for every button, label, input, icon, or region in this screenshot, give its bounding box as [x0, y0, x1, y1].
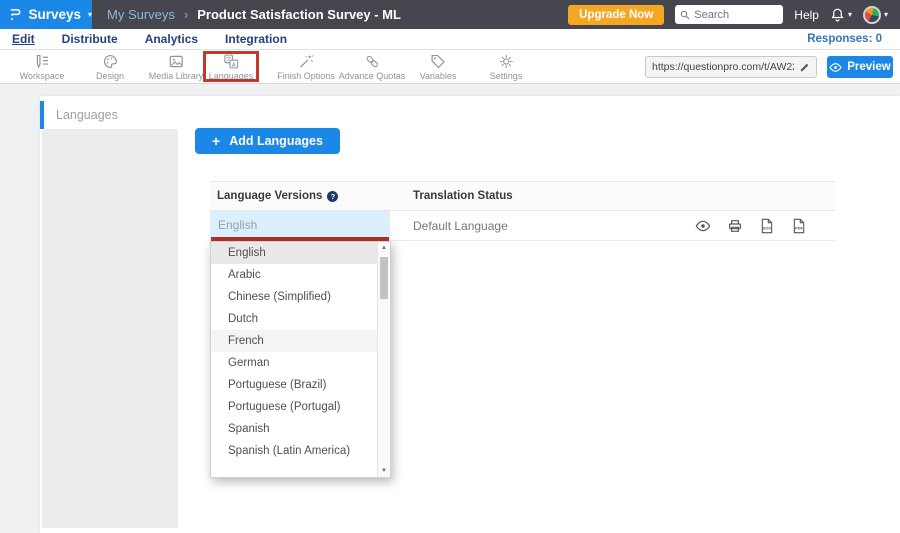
- search-icon: [680, 10, 690, 20]
- export-pdf-icon[interactable]: PDF: [791, 218, 807, 234]
- help-icon[interactable]: ?: [327, 191, 338, 202]
- scroll-up-icon[interactable]: ▲: [378, 245, 390, 251]
- scroll-down-icon[interactable]: ▼: [378, 468, 390, 474]
- dropdown-option-french[interactable]: French: [211, 330, 378, 352]
- breadcrumb-separator: ›: [184, 7, 188, 22]
- topbar-right-cluster: Upgrade Now Help ▾ ▾: [568, 5, 900, 25]
- chevron-down-icon: ▾: [884, 11, 888, 19]
- status-default-language: Default Language: [413, 211, 508, 241]
- toolbar-label: Workspace: [20, 71, 65, 81]
- language-versions-table: Language Versions ? Translation Status E…: [210, 181, 835, 241]
- eye-icon: [829, 61, 842, 74]
- toolbar-label: Media Library: [149, 71, 204, 81]
- print-icon[interactable]: [727, 218, 743, 234]
- toolbar-item-media-library[interactable]: Media Library: [149, 53, 204, 81]
- survey-title: Product Satisfaction Survey - ML: [197, 7, 401, 22]
- preview-button[interactable]: Preview: [827, 56, 893, 78]
- tab-distribute[interactable]: Distribute: [62, 32, 118, 46]
- avatar: [863, 6, 881, 24]
- dropdown-option-dutch[interactable]: Dutch: [211, 308, 378, 330]
- toolbar-label: Variables: [420, 71, 457, 81]
- chain-links-icon: [363, 53, 380, 70]
- language-name-input[interactable]: English: [210, 211, 390, 240]
- row-actions: DOC PDF: [695, 211, 807, 241]
- workspace-icon: [33, 53, 50, 70]
- toolbar-item-advance-quotas[interactable]: Advance Quotas: [339, 53, 406, 81]
- help-link[interactable]: Help: [794, 8, 819, 22]
- export-doc-icon[interactable]: DOC: [759, 218, 775, 234]
- chevron-down-icon: ▾: [848, 11, 852, 19]
- column-language-versions: Language Versions ?: [210, 190, 338, 202]
- sidebar-item-languages[interactable]: Languages: [40, 101, 180, 129]
- surveys-product-menu[interactable]: Surveys ▾: [0, 0, 92, 29]
- column-translation-status: Translation Status: [413, 190, 513, 202]
- upgrade-now-button[interactable]: Upgrade Now: [568, 5, 664, 25]
- image-icon: [168, 53, 185, 70]
- edit-url-button[interactable]: [794, 61, 816, 73]
- languages-panel: Languages + Add Languages Language Versi…: [40, 96, 900, 533]
- product-label: Surveys: [28, 7, 81, 22]
- plus-icon: +: [212, 133, 220, 149]
- svg-text:DOC: DOC: [763, 225, 772, 230]
- preview-label: Preview: [847, 61, 890, 73]
- view-icon[interactable]: [695, 218, 711, 234]
- toolbar-label: Advance Quotas: [339, 71, 406, 81]
- toolbar-item-finish-options[interactable]: Finish Options: [277, 53, 335, 81]
- edit-toolbar: Workspace Design Media Library 文 A: [0, 50, 900, 84]
- toolbar-item-variables[interactable]: Variables: [420, 53, 457, 81]
- magic-wand-icon: [298, 53, 315, 70]
- responses-count[interactable]: Responses: 0: [807, 33, 900, 45]
- bell-icon: [830, 7, 845, 22]
- tab-edit[interactable]: Edit: [12, 32, 35, 46]
- add-languages-button[interactable]: + Add Languages: [195, 128, 340, 154]
- search-input[interactable]: [694, 9, 774, 21]
- gear-icon: [498, 53, 515, 70]
- breadcrumb-my-surveys[interactable]: My Surveys: [107, 7, 175, 22]
- dropdown-option-german[interactable]: German: [211, 352, 378, 374]
- tag-icon: [429, 53, 446, 70]
- dropdown-scrollbar[interactable]: ▲ ▼: [377, 242, 390, 477]
- survey-nav: Edit Distribute Analytics Integration Re…: [0, 29, 900, 50]
- toolbar-label: Design: [96, 71, 124, 81]
- toolbar-item-settings[interactable]: Settings: [490, 53, 523, 81]
- breadcrumb: My Surveys › Product Satisfaction Survey…: [107, 7, 401, 22]
- pencil-icon: [799, 61, 811, 73]
- palette-icon: [101, 53, 118, 70]
- notifications-menu[interactable]: ▾: [830, 7, 852, 22]
- questionpro-logo: [9, 6, 21, 23]
- dropdown-option-english[interactable]: English: [211, 242, 378, 264]
- tab-analytics[interactable]: Analytics: [145, 32, 198, 46]
- languages-highlight-box: [203, 51, 259, 82]
- survey-url[interactable]: https://questionpro.com/t/AW22Zd1S1: [646, 61, 794, 73]
- toolbar-label: Finish Options: [277, 71, 335, 81]
- toolbar-label: Settings: [490, 71, 523, 81]
- sidebar-item-label: Languages: [56, 108, 118, 122]
- scrollbar-thumb[interactable]: [380, 257, 388, 299]
- dropdown-option-arabic[interactable]: Arabic: [211, 264, 378, 286]
- language-dropdown: English Arabic Chinese (Simplified) Dutc…: [210, 241, 391, 478]
- toolbar-item-design[interactable]: Design: [96, 53, 124, 81]
- dropdown-option-portuguese-brazil[interactable]: Portuguese (Brazil): [211, 374, 378, 396]
- tab-integration[interactable]: Integration: [225, 32, 287, 46]
- dropdown-option-chinese-simplified[interactable]: Chinese (Simplified): [211, 286, 378, 308]
- dropdown-option-spanish-latin-america[interactable]: Spanish (Latin America): [211, 440, 378, 462]
- chevron-down-icon: ▾: [88, 11, 92, 19]
- dropdown-option-portuguese-portugal[interactable]: Portuguese (Portugal): [211, 396, 378, 418]
- svg-text:PDF: PDF: [795, 225, 804, 230]
- account-menu[interactable]: ▾: [863, 6, 888, 24]
- sidebar-background: [42, 129, 178, 528]
- dropdown-option-spanish[interactable]: Spanish: [211, 418, 378, 440]
- survey-url-field: https://questionpro.com/t/AW22Zd1S1: [645, 56, 817, 78]
- questionpro-languages-screen: Surveys ▾ My Surveys › Product Satisfact…: [0, 0, 900, 533]
- table-header: Language Versions ? Translation Status: [210, 181, 835, 211]
- global-search[interactable]: [675, 5, 783, 24]
- table-row: English Default Language: [210, 211, 835, 241]
- column-label: Language Versions: [217, 190, 322, 202]
- top-bar: Surveys ▾ My Surveys › Product Satisfact…: [0, 0, 900, 29]
- toolbar-item-workspace[interactable]: Workspace: [20, 53, 65, 81]
- add-languages-label: Add Languages: [229, 134, 323, 148]
